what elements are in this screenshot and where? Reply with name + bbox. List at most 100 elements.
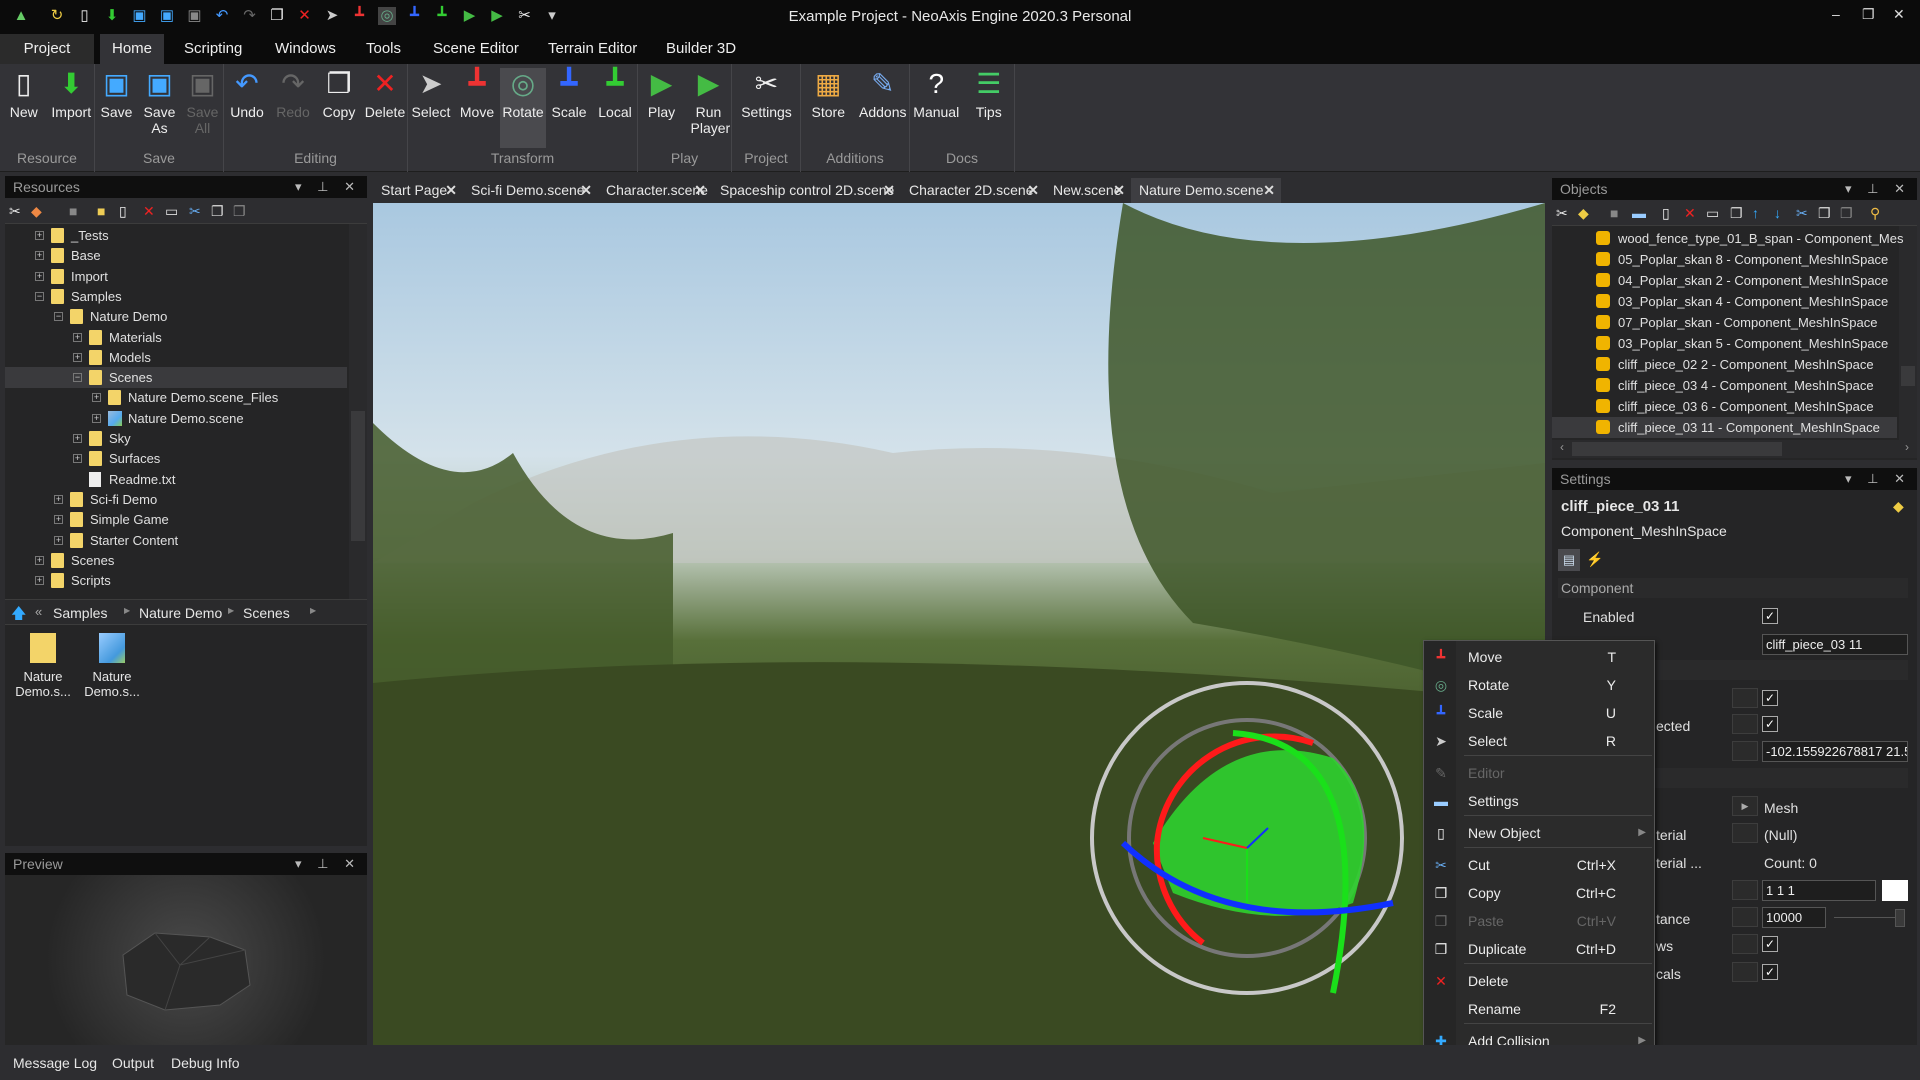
close-tab-icon[interactable]: ✕: [1113, 178, 1125, 203]
tree-scrollbar[interactable]: [349, 224, 367, 599]
manual-button[interactable]: ? Manual: [910, 68, 963, 148]
enabled-checkbox[interactable]: ✓: [1762, 608, 1778, 624]
object-item[interactable]: cliff_piece_02 2 - Component_MeshInSpace: [1552, 354, 1897, 375]
menu-item-delete[interactable]: ✕ Delete: [1424, 967, 1654, 995]
tree-item[interactable]: + Nature Demo.scene: [5, 408, 347, 429]
document-tab[interactable]: Character 2D.scene ✕: [901, 178, 1045, 203]
object-item[interactable]: 07_Poplar_skan - Component_MeshInSpace: [1552, 312, 1897, 333]
tree-item[interactable]: + Sci-fi Demo: [5, 489, 347, 510]
tree-item[interactable]: + Surfaces: [5, 448, 347, 469]
tree-item[interactable]: + Simple Game: [5, 509, 347, 530]
save-as-button[interactable]: ▣ Save As: [138, 68, 181, 148]
collapse-icon[interactable]: −: [54, 312, 63, 322]
tree-item[interactable]: + Sky: [5, 428, 347, 449]
menu-item-new-object[interactable]: ▯ New Object ▶: [1424, 819, 1654, 847]
tree-item[interactable]: − Scenes: [5, 367, 347, 389]
menu-item-settings[interactable]: ▬ Settings: [1424, 787, 1654, 815]
object-item[interactable]: 03_Poplar_skan 4 - Component_MeshInSpace: [1552, 291, 1897, 312]
reset-button[interactable]: [1732, 880, 1758, 900]
expand-icon[interactable]: +: [73, 352, 82, 362]
panel-controls[interactable]: ▾ ⊥ ✕: [1845, 178, 1911, 200]
events-tab-icon[interactable]: ⚡: [1586, 551, 1603, 568]
move-up-icon[interactable]: ↑: [1752, 204, 1759, 222]
preview-viewport[interactable]: [5, 875, 367, 1045]
new-button[interactable]: ▯ New: [0, 68, 48, 148]
object-item[interactable]: 05_Poplar_skan 8 - Component_MeshInSpace: [1552, 249, 1897, 270]
tips-button[interactable]: ☰ Tips: [963, 68, 1016, 148]
copy-button[interactable]: ❐ Copy: [316, 68, 362, 148]
breadcrumb-item[interactable]: Samples: [53, 605, 107, 621]
breadcrumb-item[interactable]: Scenes: [243, 605, 290, 621]
save-all-button[interactable]: ▣ Save All: [181, 68, 224, 148]
expand-icon[interactable]: +: [73, 454, 82, 464]
file-item[interactable]: Nature Demo.s...: [80, 633, 144, 699]
expand-icon[interactable]: +: [35, 231, 44, 240]
document-tab[interactable]: Spaceship control 2D.scene ✕: [712, 178, 901, 203]
collapse-icon[interactable]: −: [73, 373, 82, 383]
close-tab-icon[interactable]: ✕: [1027, 178, 1039, 203]
component-icon[interactable]: ◆: [1578, 204, 1589, 222]
tree-item[interactable]: + Scripts: [5, 570, 347, 591]
delete-icon[interactable]: ✕: [1684, 204, 1696, 222]
document-tab[interactable]: Nature Demo.scene ✕: [1131, 178, 1281, 203]
menu-item-move[interactable]: ┻ Move T: [1424, 643, 1654, 671]
copy-icon[interactable]: ❐: [211, 202, 224, 220]
reset-button[interactable]: [1732, 907, 1758, 927]
menu-item-paste[interactable]: ❐ Paste Ctrl+V: [1424, 907, 1654, 935]
back-chevron-icon[interactable]: «: [35, 604, 42, 619]
breadcrumb-item[interactable]: Nature Demo: [139, 605, 222, 621]
tree-item[interactable]: + Starter Content: [5, 530, 347, 551]
document-tab[interactable]: Start Page ✕: [373, 178, 463, 203]
ribbon-tab-home[interactable]: Home: [100, 34, 165, 64]
menu-item-rename[interactable]: Rename F2: [1424, 995, 1654, 1023]
tree-item[interactable]: Readme.txt: [5, 469, 347, 490]
tree-item[interactable]: − Nature Demo: [5, 306, 347, 327]
collapse-icon[interactable]: −: [35, 291, 44, 301]
expand-icon[interactable]: +: [73, 434, 82, 443]
search-icon[interactable]: ⚲: [1870, 204, 1880, 222]
expand-icon[interactable]: +: [54, 494, 63, 504]
tools-icon[interactable]: ✂: [1556, 204, 1568, 222]
expand-icon[interactable]: +: [35, 251, 44, 261]
ribbon-tab-terrain-editor[interactable]: Terrain Editor: [536, 34, 649, 64]
object-item[interactable]: cliff_piece_03 4 - Component_MeshInSpace: [1552, 375, 1897, 396]
tree-item[interactable]: + Nature Demo.scene_Files: [5, 387, 347, 408]
settings-window-icon[interactable]: ▬: [1632, 204, 1646, 222]
delete-icon[interactable]: ✕: [143, 202, 155, 220]
tree-item[interactable]: + Models: [5, 347, 347, 368]
tree-item[interactable]: − Samples: [5, 286, 347, 307]
save-button[interactable]: ▣ Save: [95, 68, 138, 148]
new-file-icon[interactable]: ▯: [119, 202, 127, 220]
ribbon-tab-scene-editor[interactable]: Scene Editor: [421, 34, 531, 64]
scene-viewport[interactable]: [373, 203, 1545, 1045]
expand-icon[interactable]: +: [54, 535, 63, 545]
object-item[interactable]: cliff_piece_03 11 - Component_MeshInSpac…: [1552, 417, 1897, 438]
move-button[interactable]: ┻ Move: [454, 68, 500, 148]
object-item[interactable]: cliff_piece_03 6 - Component_MeshInSpace: [1552, 396, 1897, 417]
debug-info-tab[interactable]: Debug Info: [171, 1055, 240, 1071]
decals-checkbox[interactable]: ✓: [1762, 964, 1778, 980]
selected-checkbox[interactable]: ✓: [1762, 716, 1778, 732]
new-object-icon[interactable]: ▯: [1662, 204, 1670, 222]
expand-icon[interactable]: +: [54, 515, 63, 525]
close-tab-icon[interactable]: ✕: [883, 178, 895, 203]
property-checkbox[interactable]: ✓: [1762, 690, 1778, 706]
cut-icon[interactable]: ✂: [1796, 204, 1808, 222]
new-folder-icon[interactable]: ■: [97, 202, 105, 220]
close-tab-icon[interactable]: ✕: [445, 178, 457, 203]
edit-icon[interactable]: ■: [69, 202, 77, 220]
reset-button[interactable]: [1732, 741, 1758, 761]
tree-item[interactable]: + Base: [5, 245, 347, 266]
reset-button[interactable]: [1732, 714, 1758, 734]
file-item[interactable]: Nature Demo.s...: [11, 633, 75, 699]
menu-item-copy[interactable]: ❐ Copy Ctrl+C: [1424, 879, 1654, 907]
paste-icon[interactable]: ❐: [1840, 204, 1853, 222]
shadows-checkbox[interactable]: ✓: [1762, 936, 1778, 952]
objects-scrollbar[interactable]: [1899, 226, 1917, 440]
edit-icon[interactable]: ■: [1610, 204, 1618, 222]
color-swatch[interactable]: [1882, 880, 1908, 901]
store-button[interactable]: ▦ Store: [801, 68, 856, 148]
rotate-button[interactable]: ◎ Rotate: [500, 68, 546, 148]
tree-item[interactable]: + Scenes: [5, 550, 347, 571]
objects-hscrollbar[interactable]: ‹ ›: [1552, 440, 1917, 458]
